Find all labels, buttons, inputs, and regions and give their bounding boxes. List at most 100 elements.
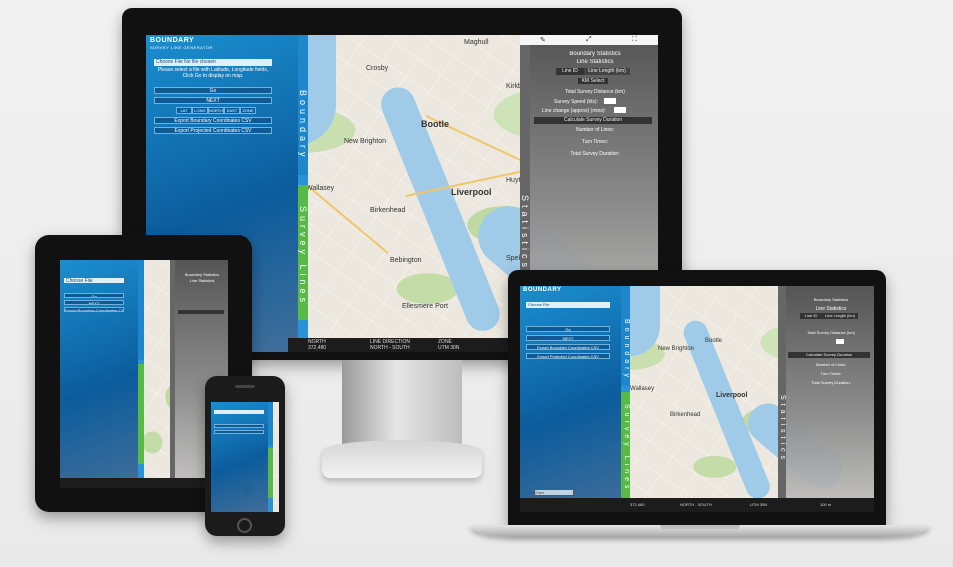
tablet-tab-survey[interactable] (138, 364, 144, 464)
laptop-turn-times: Turn Times: (820, 371, 842, 376)
laptop-export-boundary[interactable]: Export Boundary Coordinates CSV (526, 344, 610, 350)
laptop-notch (660, 525, 740, 529)
coord-button-lat[interactable]: LAT (176, 107, 192, 114)
laptop-label-birkenhead: Birkenhead (670, 412, 701, 418)
laptop-label-new-brighton: New Brighton (658, 346, 695, 352)
laptop-line-id-select[interactable]: Line ID (800, 313, 822, 319)
app-logo: BOUNDARY (150, 37, 195, 44)
tablet-tabbar (138, 260, 144, 488)
tablet-left-panel: Choose File Go NEXT Export Boundary Coor… (60, 260, 144, 488)
phone-tab-boundary[interactable] (268, 402, 273, 446)
laptop-calc-button[interactable]: Calculate Survey Duration (788, 352, 870, 358)
laptop-go-button[interactable]: Go (526, 326, 610, 332)
map-label-bebington: Bebington (390, 257, 422, 264)
footer-north-value: 372,480 (308, 345, 327, 351)
laptop-export-projected[interactable]: Export Projected Coordinates CSV (526, 353, 610, 359)
tablet-tab-statistics[interactable] (170, 260, 175, 488)
laptop-file-picker[interactable]: Choose File (526, 302, 610, 308)
laptop-label-bootle: Bootle (705, 338, 723, 344)
laptop-total-duration: Total Survey Duration: (811, 380, 851, 385)
phone-left-panel (211, 402, 273, 512)
laptop-footer: 372,480 NORTH - SOUTH UTM 30N 100 m (520, 498, 874, 512)
laptop-tab-boundary[interactable]: Boundary (621, 286, 630, 386)
choose-file-button[interactable]: Choose File (156, 59, 183, 65)
laptop-stats-title: Boundary Statistics (813, 297, 849, 302)
map-label-new-brighton: New Brighton (344, 138, 387, 145)
phone-home-button[interactable] (237, 518, 252, 533)
coord-button-east[interactable]: EAST (224, 107, 241, 114)
file-name: No file chosen (184, 59, 216, 65)
map-toolbar: ✎ ⤢ ⛶ (520, 35, 658, 45)
draw-icon[interactable]: ✎ (540, 36, 546, 44)
monitor-foot (322, 440, 482, 478)
laptop-tab-statistics[interactable]: Statistics (778, 286, 786, 512)
total-survey-duration: Total Survey Duration: (570, 151, 620, 157)
coordinate-button-group: LAT LONG NORTH EAST ZONE (176, 107, 257, 114)
laptop-footer-north: 372,480 (630, 502, 645, 507)
map-label-bootle: Bootle (421, 119, 449, 129)
laptop-tabbar: Boundary Survey Lines (621, 286, 630, 512)
next-button[interactable]: NEXT (154, 97, 272, 104)
phone-go-button[interactable] (214, 424, 264, 428)
tablet-next-button[interactable]: NEXT (64, 300, 124, 305)
tablet-choose-file[interactable]: Choose File (66, 278, 93, 283)
export-projected-button[interactable]: Export Projected Coordinates CSV (154, 127, 272, 134)
footer-zone-value: UTM 30N (438, 345, 460, 351)
footer-direction-value: NORTH - SOUTH (370, 345, 410, 351)
line-change-label: Line change (approx) (mins): (542, 108, 606, 114)
survey-speed-input[interactable] (604, 98, 616, 104)
map-label-birkenhead: Birkenhead (370, 207, 406, 214)
line-length-select[interactable]: Line Length (km) (584, 68, 630, 75)
tab-boundary[interactable]: Boundary (298, 35, 308, 175)
laptop-device: New Brighton Liverpool Bootle Birkenhead… (508, 270, 886, 530)
phone-file-picker[interactable] (214, 410, 264, 414)
map-label-maghull: Maghull (464, 39, 489, 46)
coord-button-long[interactable]: LONG (191, 107, 208, 114)
laptop-tab-survey-lines[interactable]: Survey Lines (621, 392, 630, 498)
app-logo-sub: SURVEY LINE GENERATOR (150, 45, 213, 50)
laptop-left-panel: Choose File Go NEXT Export Boundary Coor… (520, 286, 630, 512)
tablet-export-boundary[interactable]: Export Boundary Coordinates CSV (64, 307, 124, 312)
laptop-stats-subtitle: Line Statistics (815, 306, 847, 312)
fullscreen-icon[interactable]: ⛶ (632, 36, 637, 44)
file-picker[interactable]: Choose File No file chosen (154, 59, 272, 66)
calculate-duration-button[interactable]: Calculate Survey Duration (534, 117, 652, 124)
go-button[interactable]: Go (154, 87, 272, 94)
turn-times: Turn Times: (581, 139, 609, 145)
laptop-speed-input[interactable] (836, 339, 844, 344)
tablet-tab-boundary[interactable] (138, 260, 144, 360)
tablet-go-button[interactable]: Go (64, 293, 124, 298)
panel-tabbar: Boundary Survey Lines (298, 35, 308, 352)
phone-next-button[interactable] (214, 430, 264, 434)
line-id-select[interactable]: Line ID (556, 68, 584, 75)
export-boundary-button[interactable]: Export Boundary Coordinates CSV (154, 117, 272, 124)
expand-icon[interactable]: ⤢ (586, 36, 592, 44)
survey-speed-label: Survey Speed (kts): (554, 99, 598, 105)
tablet-file-picker[interactable]: Choose File (64, 278, 124, 283)
coord-button-north[interactable]: NORTH (207, 107, 225, 114)
tablet-footer (60, 478, 228, 488)
map-label-ellesmere-port: Ellesmere Port (402, 303, 448, 310)
line-length-label: Line Length (km) (588, 68, 626, 74)
laptop-label-wallasey: Wallasey (630, 386, 655, 392)
footer-bar: NORTH 372,480 LINE DIRECTION NORTH - SOU… (288, 338, 520, 352)
tablet-stats-title: Boundary Statistics (184, 272, 220, 277)
laptop-total-distance: Total Survey Distance (km) (807, 330, 855, 335)
laptop-screen: New Brighton Liverpool Bootle Birkenhead… (520, 286, 874, 512)
number-of-lines: Number of Lines: (575, 127, 615, 133)
phone-tab-survey[interactable] (268, 448, 273, 498)
map-label-wallasey: Wallasey (306, 185, 335, 192)
coord-button-zone[interactable]: ZONE (240, 107, 257, 114)
laptop-number-of-lines: Number of Lines: (815, 362, 847, 367)
line-change-input[interactable] (614, 107, 626, 113)
laptop-footer-spacing: 100 m (820, 502, 832, 507)
km-select[interactable]: KM Select (578, 78, 608, 84)
instructions-text: Please select a file with Latitude, Long… (157, 67, 269, 79)
tablet-calc-button[interactable] (178, 310, 224, 314)
tab-survey-lines[interactable]: Survey Lines (298, 185, 308, 320)
laptop-next-button[interactable]: NEXT (526, 335, 610, 341)
laptop-line-length-select[interactable]: Line Length (km) (822, 313, 858, 319)
phone-speaker (235, 385, 255, 388)
laptop-scale-bar: 2 km (534, 490, 574, 496)
laptop-choose-file[interactable]: Choose File (528, 302, 549, 307)
